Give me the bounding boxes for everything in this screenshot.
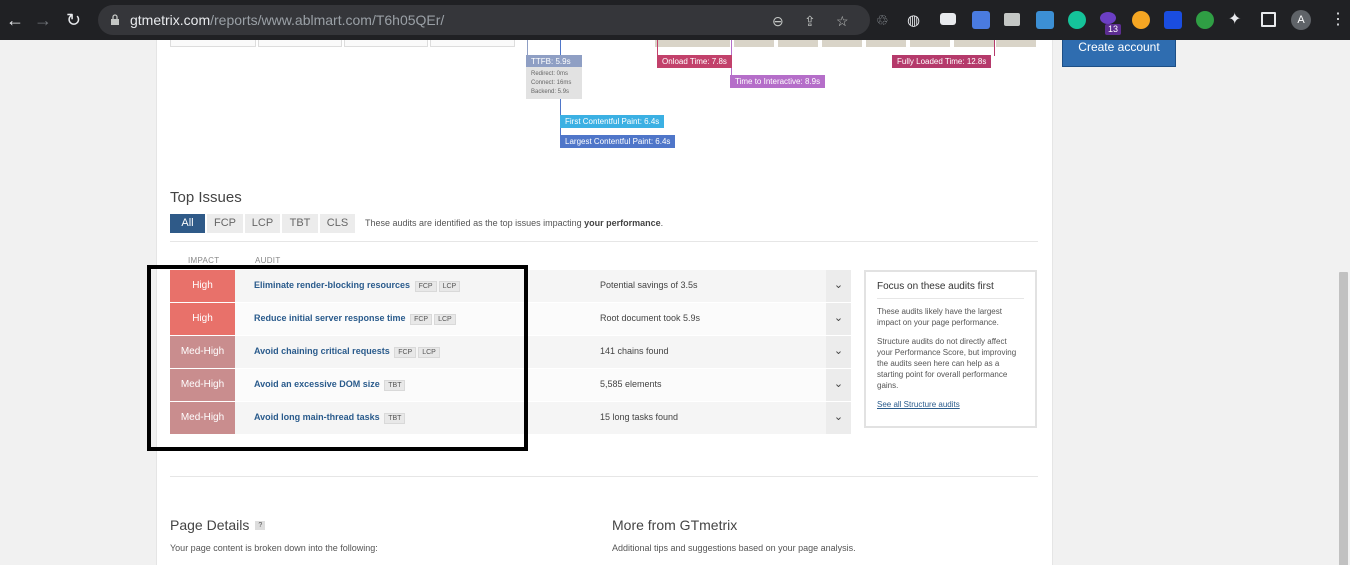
audit-result: 141 chains found	[600, 346, 669, 356]
more-from-gtmetrix-title: More from GTmetrix	[612, 517, 738, 533]
chevron-down-icon[interactable]: ⌄	[826, 270, 851, 302]
ttfb-breakdown: Redirect: 0ms Connect: 16ms Backend: 5.9…	[526, 67, 582, 99]
filmstrip-thumb	[655, 40, 695, 47]
url-text: gtmetrix.com/reports/www.ablmart.com/T6h…	[130, 12, 445, 28]
filter-fcp[interactable]: FCP	[207, 214, 243, 233]
audit-result: 15 long tasks found	[600, 412, 679, 422]
scrollbar-thumb[interactable]	[1339, 272, 1348, 565]
filmstrip-thumb	[822, 40, 862, 47]
extensions-puzzle-icon[interactable]: ✦	[1228, 10, 1241, 30]
chevron-down-icon[interactable]: ⌄	[826, 402, 851, 434]
extension-badge: 13	[1105, 24, 1122, 35]
s-extension-icon[interactable]	[1036, 11, 1054, 29]
zoom-icon[interactable]: ⊖	[772, 13, 784, 30]
browser-toolbar: ← → ↻ gtmetrix.com/reports/www.ablmart.c…	[0, 0, 1350, 40]
more-subtitle: Additional tips and suggestions based on…	[612, 543, 856, 553]
help-icon[interactable]: ?	[255, 521, 266, 530]
scrollbar[interactable]	[1337, 40, 1350, 565]
fcp-label: First Contentful Paint: 6.4s	[560, 115, 665, 128]
audit-result: 5,585 elements	[600, 379, 662, 389]
menu-kebab-icon[interactable]: ⋮	[1330, 9, 1346, 29]
tti-label: Time to Interactive: 8.9s	[730, 75, 826, 88]
impact-column-header: IMPACT	[188, 256, 220, 265]
fully-loaded-label: Fully Loaded Time: 12.8s	[892, 55, 992, 68]
filter-lcp[interactable]: LCP	[245, 214, 280, 233]
filter-tbt[interactable]: TBT	[282, 214, 318, 233]
audit-column-header: AUDIT	[255, 256, 281, 265]
filmstrip-thumb	[734, 40, 774, 47]
lcp-label: Largest Contentful Paint: 6.4s	[560, 135, 676, 148]
filter-cls[interactable]: CLS	[320, 214, 355, 233]
filmstrip-thumb	[866, 40, 906, 47]
hat-extension-icon[interactable]	[1100, 12, 1116, 24]
focus-text: These audits likely have the largest imp…	[877, 307, 1002, 327]
filmstrip-thumb	[690, 40, 730, 47]
page-details-title: Page Details?	[170, 517, 266, 533]
fully-loaded-marker-line	[994, 40, 995, 56]
chevron-down-icon[interactable]: ⌄	[826, 303, 851, 335]
divider	[170, 476, 1038, 477]
ttfb-connect: Connect: 16ms	[531, 80, 572, 86]
filmstrip-cell	[170, 40, 256, 47]
divider	[170, 241, 1038, 242]
top-issues-title: Top Issues	[170, 189, 242, 206]
onload-marker-line	[657, 40, 658, 56]
chevron-down-icon[interactable]: ⌄	[826, 369, 851, 401]
grammarly-extension-icon[interactable]	[1068, 11, 1086, 29]
filmstrip-cell	[430, 40, 515, 47]
focus-title: Focus on these audits first	[877, 281, 994, 292]
audit-result: Potential savings of 3.5s	[600, 280, 698, 290]
ttfb-marker-line	[527, 40, 528, 56]
forward-icon[interactable]: →	[34, 10, 52, 30]
colorful-extension-icon[interactable]	[1196, 11, 1214, 29]
lock-icon	[111, 14, 119, 25]
filmstrip-thumb	[778, 40, 818, 47]
see-all-structure-link[interactable]: See all Structure audits	[877, 400, 1024, 409]
filmstrip-thumb	[954, 40, 994, 47]
avatar[interactable]: A	[1291, 10, 1311, 30]
video-extension-icon[interactable]	[1164, 11, 1182, 29]
filter-note: These audits are identified as the top i…	[365, 218, 664, 228]
onload-label: Onload Time: 7.8s	[657, 55, 732, 68]
recycle-extension-icon[interactable]: ♲	[876, 12, 894, 30]
focus-text: Structure audits do not directly affect …	[877, 337, 1017, 390]
camera-extension-icon[interactable]	[1004, 13, 1020, 26]
share-icon[interactable]: ⇪	[804, 13, 816, 30]
filmstrip-thumb	[910, 40, 950, 47]
filmstrip-thumb	[996, 40, 1036, 47]
filmstrip	[170, 40, 1038, 47]
ttfb-backend: Backend: 5.9s	[531, 89, 570, 95]
page-details-subtitle: Your page content is broken down into th…	[170, 543, 378, 553]
highlight-box	[147, 265, 528, 451]
filter-all[interactable]: All	[170, 214, 205, 233]
reload-icon[interactable]: ↻	[66, 10, 81, 30]
translate-extension-icon[interactable]	[972, 11, 990, 29]
ttfb-redirect: Redirect: 0ms	[531, 71, 569, 77]
audit-result: Root document took 5.9s	[600, 313, 701, 323]
address-bar[interactable]: gtmetrix.com/reports/www.ablmart.com/T6h…	[98, 5, 870, 35]
chevron-down-icon[interactable]: ⌄	[826, 336, 851, 368]
focus-divider	[877, 298, 1024, 299]
focus-panel: Focus on these audits first These audits…	[864, 270, 1037, 428]
screen-extension-icon[interactable]	[940, 13, 956, 25]
create-account-button[interactable]: Create account	[1062, 40, 1176, 67]
filmstrip-cell	[258, 40, 342, 47]
back-icon[interactable]: ←	[6, 10, 24, 30]
bird-extension-icon[interactable]	[1132, 11, 1150, 29]
sidepanel-icon[interactable]	[1261, 12, 1276, 27]
filmstrip-cell	[344, 40, 428, 47]
bookmark-star-icon[interactable]: ☆	[836, 13, 849, 30]
globe-extension-icon[interactable]: ◍	[907, 11, 925, 29]
